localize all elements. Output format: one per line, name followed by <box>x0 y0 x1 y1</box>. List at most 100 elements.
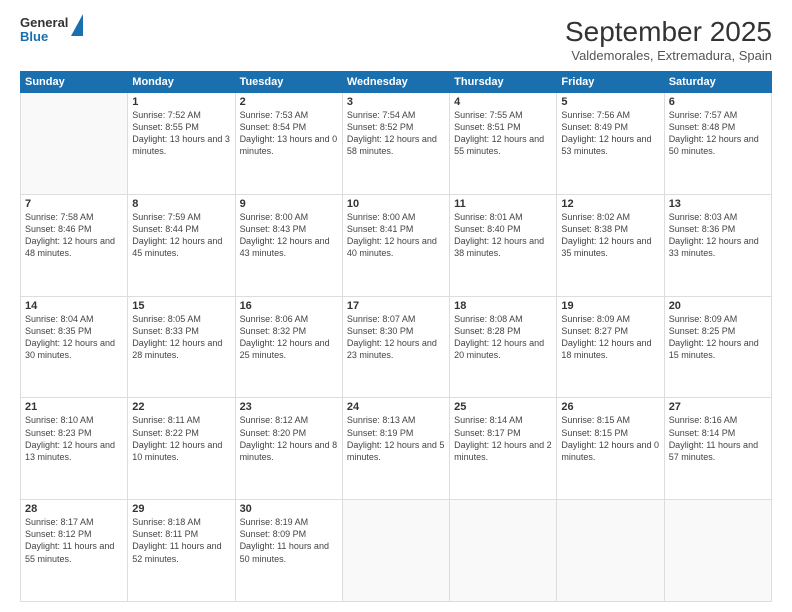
day-number: 6 <box>669 96 767 108</box>
cell-info: Sunrise: 8:09 AMSunset: 8:27 PMDaylight:… <box>561 314 651 360</box>
day-number: 23 <box>240 401 338 413</box>
cell-info: Sunrise: 7:52 AMSunset: 8:55 PMDaylight:… <box>132 110 230 156</box>
day-number: 14 <box>25 300 123 312</box>
table-row: 1 Sunrise: 7:52 AMSunset: 8:55 PMDayligh… <box>128 93 235 195</box>
day-number: 18 <box>454 300 552 312</box>
table-row: 6 Sunrise: 7:57 AMSunset: 8:48 PMDayligh… <box>664 93 771 195</box>
cell-info: Sunrise: 7:54 AMSunset: 8:52 PMDaylight:… <box>347 110 437 156</box>
col-tuesday: Tuesday <box>235 72 342 93</box>
logo-text: General Blue <box>20 16 68 45</box>
table-row: 27 Sunrise: 8:16 AMSunset: 8:14 PMDaylig… <box>664 398 771 500</box>
cell-info: Sunrise: 7:53 AMSunset: 8:54 PMDaylight:… <box>240 110 338 156</box>
logo: General Blue <box>20 16 83 45</box>
cell-info: Sunrise: 8:10 AMSunset: 8:23 PMDaylight:… <box>25 415 115 461</box>
calendar-table: Sunday Monday Tuesday Wednesday Thursday… <box>20 71 772 602</box>
cell-info: Sunrise: 8:01 AMSunset: 8:40 PMDaylight:… <box>454 212 544 258</box>
day-number: 2 <box>240 96 338 108</box>
day-number: 20 <box>669 300 767 312</box>
page-title: September 2025 <box>565 16 772 48</box>
table-row <box>342 500 449 602</box>
table-row: 12 Sunrise: 8:02 AMSunset: 8:38 PMDaylig… <box>557 194 664 296</box>
cell-info: Sunrise: 8:18 AMSunset: 8:11 PMDaylight:… <box>132 517 221 563</box>
table-row: 13 Sunrise: 8:03 AMSunset: 8:36 PMDaylig… <box>664 194 771 296</box>
day-number: 16 <box>240 300 338 312</box>
table-row: 3 Sunrise: 7:54 AMSunset: 8:52 PMDayligh… <box>342 93 449 195</box>
cell-info: Sunrise: 8:05 AMSunset: 8:33 PMDaylight:… <box>132 314 222 360</box>
table-row: 2 Sunrise: 7:53 AMSunset: 8:54 PMDayligh… <box>235 93 342 195</box>
cell-info: Sunrise: 7:59 AMSunset: 8:44 PMDaylight:… <box>132 212 222 258</box>
title-block: September 2025 Valdemorales, Extremadura… <box>565 16 772 63</box>
table-row: 4 Sunrise: 7:55 AMSunset: 8:51 PMDayligh… <box>450 93 557 195</box>
cell-info: Sunrise: 8:14 AMSunset: 8:17 PMDaylight:… <box>454 415 552 461</box>
day-number: 30 <box>240 503 338 515</box>
cell-info: Sunrise: 8:07 AMSunset: 8:30 PMDaylight:… <box>347 314 437 360</box>
table-row: 25 Sunrise: 8:14 AMSunset: 8:17 PMDaylig… <box>450 398 557 500</box>
day-number: 13 <box>669 198 767 210</box>
cell-info: Sunrise: 7:57 AMSunset: 8:48 PMDaylight:… <box>669 110 759 156</box>
day-number: 28 <box>25 503 123 515</box>
day-number: 1 <box>132 96 230 108</box>
day-number: 29 <box>132 503 230 515</box>
day-number: 9 <box>240 198 338 210</box>
logo-line2: Blue <box>20 30 68 44</box>
calendar-header-row: Sunday Monday Tuesday Wednesday Thursday… <box>21 72 772 93</box>
col-sunday: Sunday <box>21 72 128 93</box>
day-number: 25 <box>454 401 552 413</box>
cell-info: Sunrise: 8:00 AMSunset: 8:41 PMDaylight:… <box>347 212 437 258</box>
col-monday: Monday <box>128 72 235 93</box>
table-row: 15 Sunrise: 8:05 AMSunset: 8:33 PMDaylig… <box>128 296 235 398</box>
day-number: 27 <box>669 401 767 413</box>
day-number: 15 <box>132 300 230 312</box>
cell-info: Sunrise: 8:11 AMSunset: 8:22 PMDaylight:… <box>132 415 222 461</box>
day-number: 5 <box>561 96 659 108</box>
cell-info: Sunrise: 8:17 AMSunset: 8:12 PMDaylight:… <box>25 517 114 563</box>
day-number: 19 <box>561 300 659 312</box>
cell-info: Sunrise: 7:58 AMSunset: 8:46 PMDaylight:… <box>25 212 115 258</box>
day-number: 26 <box>561 401 659 413</box>
cell-info: Sunrise: 8:00 AMSunset: 8:43 PMDaylight:… <box>240 212 330 258</box>
table-row: 30 Sunrise: 8:19 AMSunset: 8:09 PMDaylig… <box>235 500 342 602</box>
table-row: 22 Sunrise: 8:11 AMSunset: 8:22 PMDaylig… <box>128 398 235 500</box>
cell-info: Sunrise: 8:06 AMSunset: 8:32 PMDaylight:… <box>240 314 330 360</box>
table-row: 29 Sunrise: 8:18 AMSunset: 8:11 PMDaylig… <box>128 500 235 602</box>
table-row: 28 Sunrise: 8:17 AMSunset: 8:12 PMDaylig… <box>21 500 128 602</box>
calendar-week-row: 21 Sunrise: 8:10 AMSunset: 8:23 PMDaylig… <box>21 398 772 500</box>
calendar-week-row: 28 Sunrise: 8:17 AMSunset: 8:12 PMDaylig… <box>21 500 772 602</box>
table-row <box>664 500 771 602</box>
cell-info: Sunrise: 8:15 AMSunset: 8:15 PMDaylight:… <box>561 415 659 461</box>
day-number: 11 <box>454 198 552 210</box>
day-number: 21 <box>25 401 123 413</box>
calendar-week-row: 7 Sunrise: 7:58 AMSunset: 8:46 PMDayligh… <box>21 194 772 296</box>
table-row: 24 Sunrise: 8:13 AMSunset: 8:19 PMDaylig… <box>342 398 449 500</box>
col-friday: Friday <box>557 72 664 93</box>
logo-icon <box>71 14 83 36</box>
day-number: 24 <box>347 401 445 413</box>
col-wednesday: Wednesday <box>342 72 449 93</box>
table-row: 11 Sunrise: 8:01 AMSunset: 8:40 PMDaylig… <box>450 194 557 296</box>
table-row: 14 Sunrise: 8:04 AMSunset: 8:35 PMDaylig… <box>21 296 128 398</box>
table-row: 19 Sunrise: 8:09 AMSunset: 8:27 PMDaylig… <box>557 296 664 398</box>
table-row: 17 Sunrise: 8:07 AMSunset: 8:30 PMDaylig… <box>342 296 449 398</box>
cell-info: Sunrise: 7:56 AMSunset: 8:49 PMDaylight:… <box>561 110 651 156</box>
day-number: 4 <box>454 96 552 108</box>
table-row: 9 Sunrise: 8:00 AMSunset: 8:43 PMDayligh… <box>235 194 342 296</box>
table-row <box>21 93 128 195</box>
calendar-week-row: 14 Sunrise: 8:04 AMSunset: 8:35 PMDaylig… <box>21 296 772 398</box>
cell-info: Sunrise: 8:16 AMSunset: 8:14 PMDaylight:… <box>669 415 758 461</box>
table-row: 7 Sunrise: 7:58 AMSunset: 8:46 PMDayligh… <box>21 194 128 296</box>
table-row <box>557 500 664 602</box>
day-number: 22 <box>132 401 230 413</box>
day-number: 10 <box>347 198 445 210</box>
table-row: 10 Sunrise: 8:00 AMSunset: 8:41 PMDaylig… <box>342 194 449 296</box>
table-row: 18 Sunrise: 8:08 AMSunset: 8:28 PMDaylig… <box>450 296 557 398</box>
day-number: 12 <box>561 198 659 210</box>
cell-info: Sunrise: 7:55 AMSunset: 8:51 PMDaylight:… <box>454 110 544 156</box>
table-row: 8 Sunrise: 7:59 AMSunset: 8:44 PMDayligh… <box>128 194 235 296</box>
header: General Blue September 2025 Valdemorales… <box>20 16 772 63</box>
cell-info: Sunrise: 8:19 AMSunset: 8:09 PMDaylight:… <box>240 517 329 563</box>
cell-info: Sunrise: 8:03 AMSunset: 8:36 PMDaylight:… <box>669 212 759 258</box>
cell-info: Sunrise: 8:09 AMSunset: 8:25 PMDaylight:… <box>669 314 759 360</box>
page-subtitle: Valdemorales, Extremadura, Spain <box>565 48 772 63</box>
cell-info: Sunrise: 8:02 AMSunset: 8:38 PMDaylight:… <box>561 212 651 258</box>
table-row: 21 Sunrise: 8:10 AMSunset: 8:23 PMDaylig… <box>21 398 128 500</box>
